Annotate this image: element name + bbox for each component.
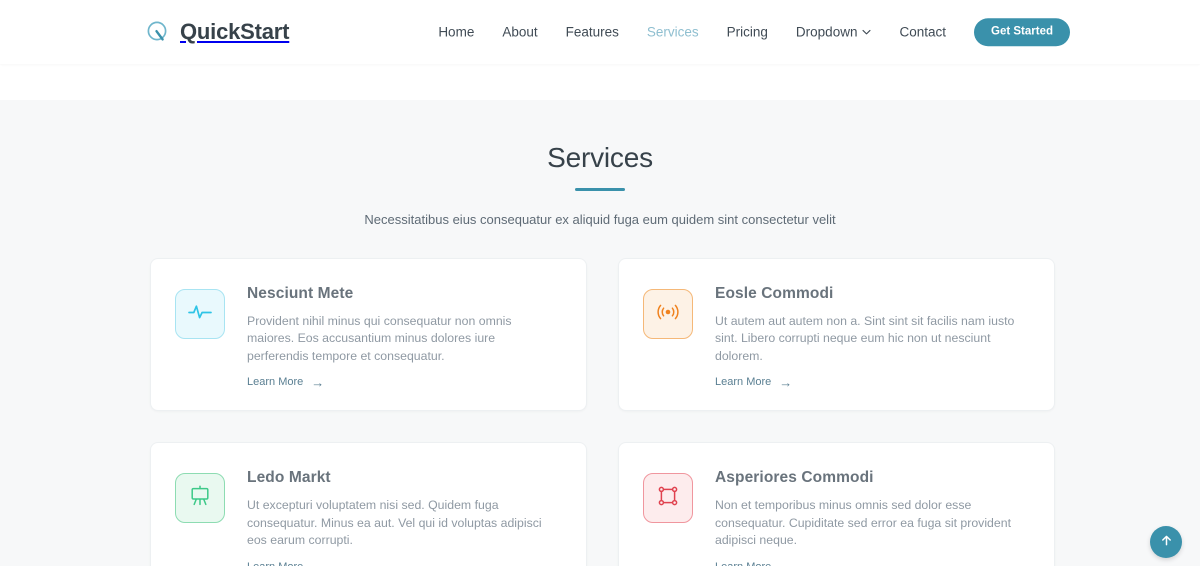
service-card-body: Asperiores Commodi Non et temporibus min…: [715, 469, 1028, 566]
brand-name: QuickStart: [180, 19, 290, 44]
activity-pulse-icon: [187, 299, 213, 330]
service-card-title: Ledo Markt: [247, 469, 331, 487]
arrow-right-icon: →: [779, 560, 792, 566]
service-card-description: Ut autem aut autem non a. Sint sint sit …: [715, 313, 1015, 363]
easel-presentation-icon: [187, 483, 213, 514]
service-card-title: Eosle Commodi: [715, 285, 834, 302]
service-card[interactable]: Ledo Markt Ut excepturi voluptatem nisi …: [150, 442, 587, 566]
q-logo-icon: [145, 19, 171, 45]
nav-item-about[interactable]: About: [488, 25, 551, 39]
arrow-up-icon: [1160, 534, 1173, 550]
services-grid: Nesciunt Mete Provident nihil minus qui …: [150, 258, 1055, 566]
service-card-body: Ledo Markt Ut excepturi voluptatem nisi …: [247, 469, 560, 566]
nav-item-features[interactable]: Features: [552, 25, 633, 39]
service-card[interactable]: Nesciunt Mete Provident nihil minus qui …: [150, 258, 587, 412]
service-card-description: Non et temporibus minus omnis sed dolor …: [715, 498, 1011, 547]
service-card-title: Nesciunt Mete: [247, 285, 354, 302]
broadcast-signal-icon: [655, 299, 681, 330]
main-nav: Home About Features Services Pricing Dro…: [424, 18, 1070, 46]
learn-more-label: Learn More: [715, 561, 771, 566]
nav-item-contact[interactable]: Contact: [885, 25, 960, 39]
learn-more-label: Learn More: [247, 376, 304, 389]
site-header: QuickStart Home About Features Services …: [0, 0, 1200, 64]
learn-more-label: Learn More: [247, 561, 303, 566]
page-title: Services: [547, 142, 653, 173]
bounding-box-icon: [655, 483, 681, 514]
service-icon-tile: [175, 473, 225, 524]
learn-more-link[interactable]: Learn More →: [715, 560, 792, 566]
nav-item-home[interactable]: Home: [424, 25, 488, 39]
chevron-down-icon: [862, 29, 872, 35]
service-icon-tile: [643, 289, 693, 339]
service-card-title: Asperiores Commodi: [715, 469, 874, 487]
arrow-right-icon: →: [779, 374, 793, 390]
service-card[interactable]: Asperiores Commodi Non et temporibus min…: [618, 442, 1055, 566]
header-gap: [0, 64, 1200, 100]
service-card-body: Nesciunt Mete Provident nihil minus qui …: [247, 285, 560, 390]
service-icon-tile: [643, 473, 693, 524]
arrow-right-icon: →: [311, 374, 325, 390]
nav-item-pricing[interactable]: Pricing: [713, 25, 782, 39]
scroll-to-top-button[interactable]: [1150, 526, 1182, 558]
service-card-description: Provident nihil minus qui consequatur no…: [247, 313, 512, 363]
service-icon-tile: [175, 289, 225, 339]
learn-more-link[interactable]: Learn More →: [715, 376, 792, 389]
get-started-button[interactable]: Get Started: [974, 18, 1070, 46]
learn-more-link[interactable]: Learn More →: [247, 376, 324, 389]
services-section: Services Necessitatibus eius consequatur…: [0, 100, 1200, 566]
title-divider: [575, 188, 625, 191]
learn-more-label: Learn More: [715, 376, 772, 389]
service-card-body: Eosle Commodi Ut autem aut autem non a. …: [715, 285, 1028, 390]
learn-more-link[interactable]: Learn More →: [247, 560, 324, 566]
nav-item-dropdown-label[interactable]: Dropdown: [796, 25, 858, 39]
service-card-description: Ut excepturi voluptatem nisi sed. Quidem…: [247, 498, 542, 547]
page-root: QuickStart Home About Features Services …: [0, 0, 1200, 566]
section-subtitle: Necessitatibus eius consequatur ex aliqu…: [364, 212, 836, 227]
brand-logo-link[interactable]: QuickStart: [145, 19, 289, 45]
nav-item-services[interactable]: Services: [633, 25, 713, 39]
arrow-right-icon: →: [311, 560, 324, 566]
service-card[interactable]: Eosle Commodi Ut autem aut autem non a. …: [618, 258, 1055, 412]
nav-item-dropdown[interactable]: Dropdown: [782, 25, 886, 39]
